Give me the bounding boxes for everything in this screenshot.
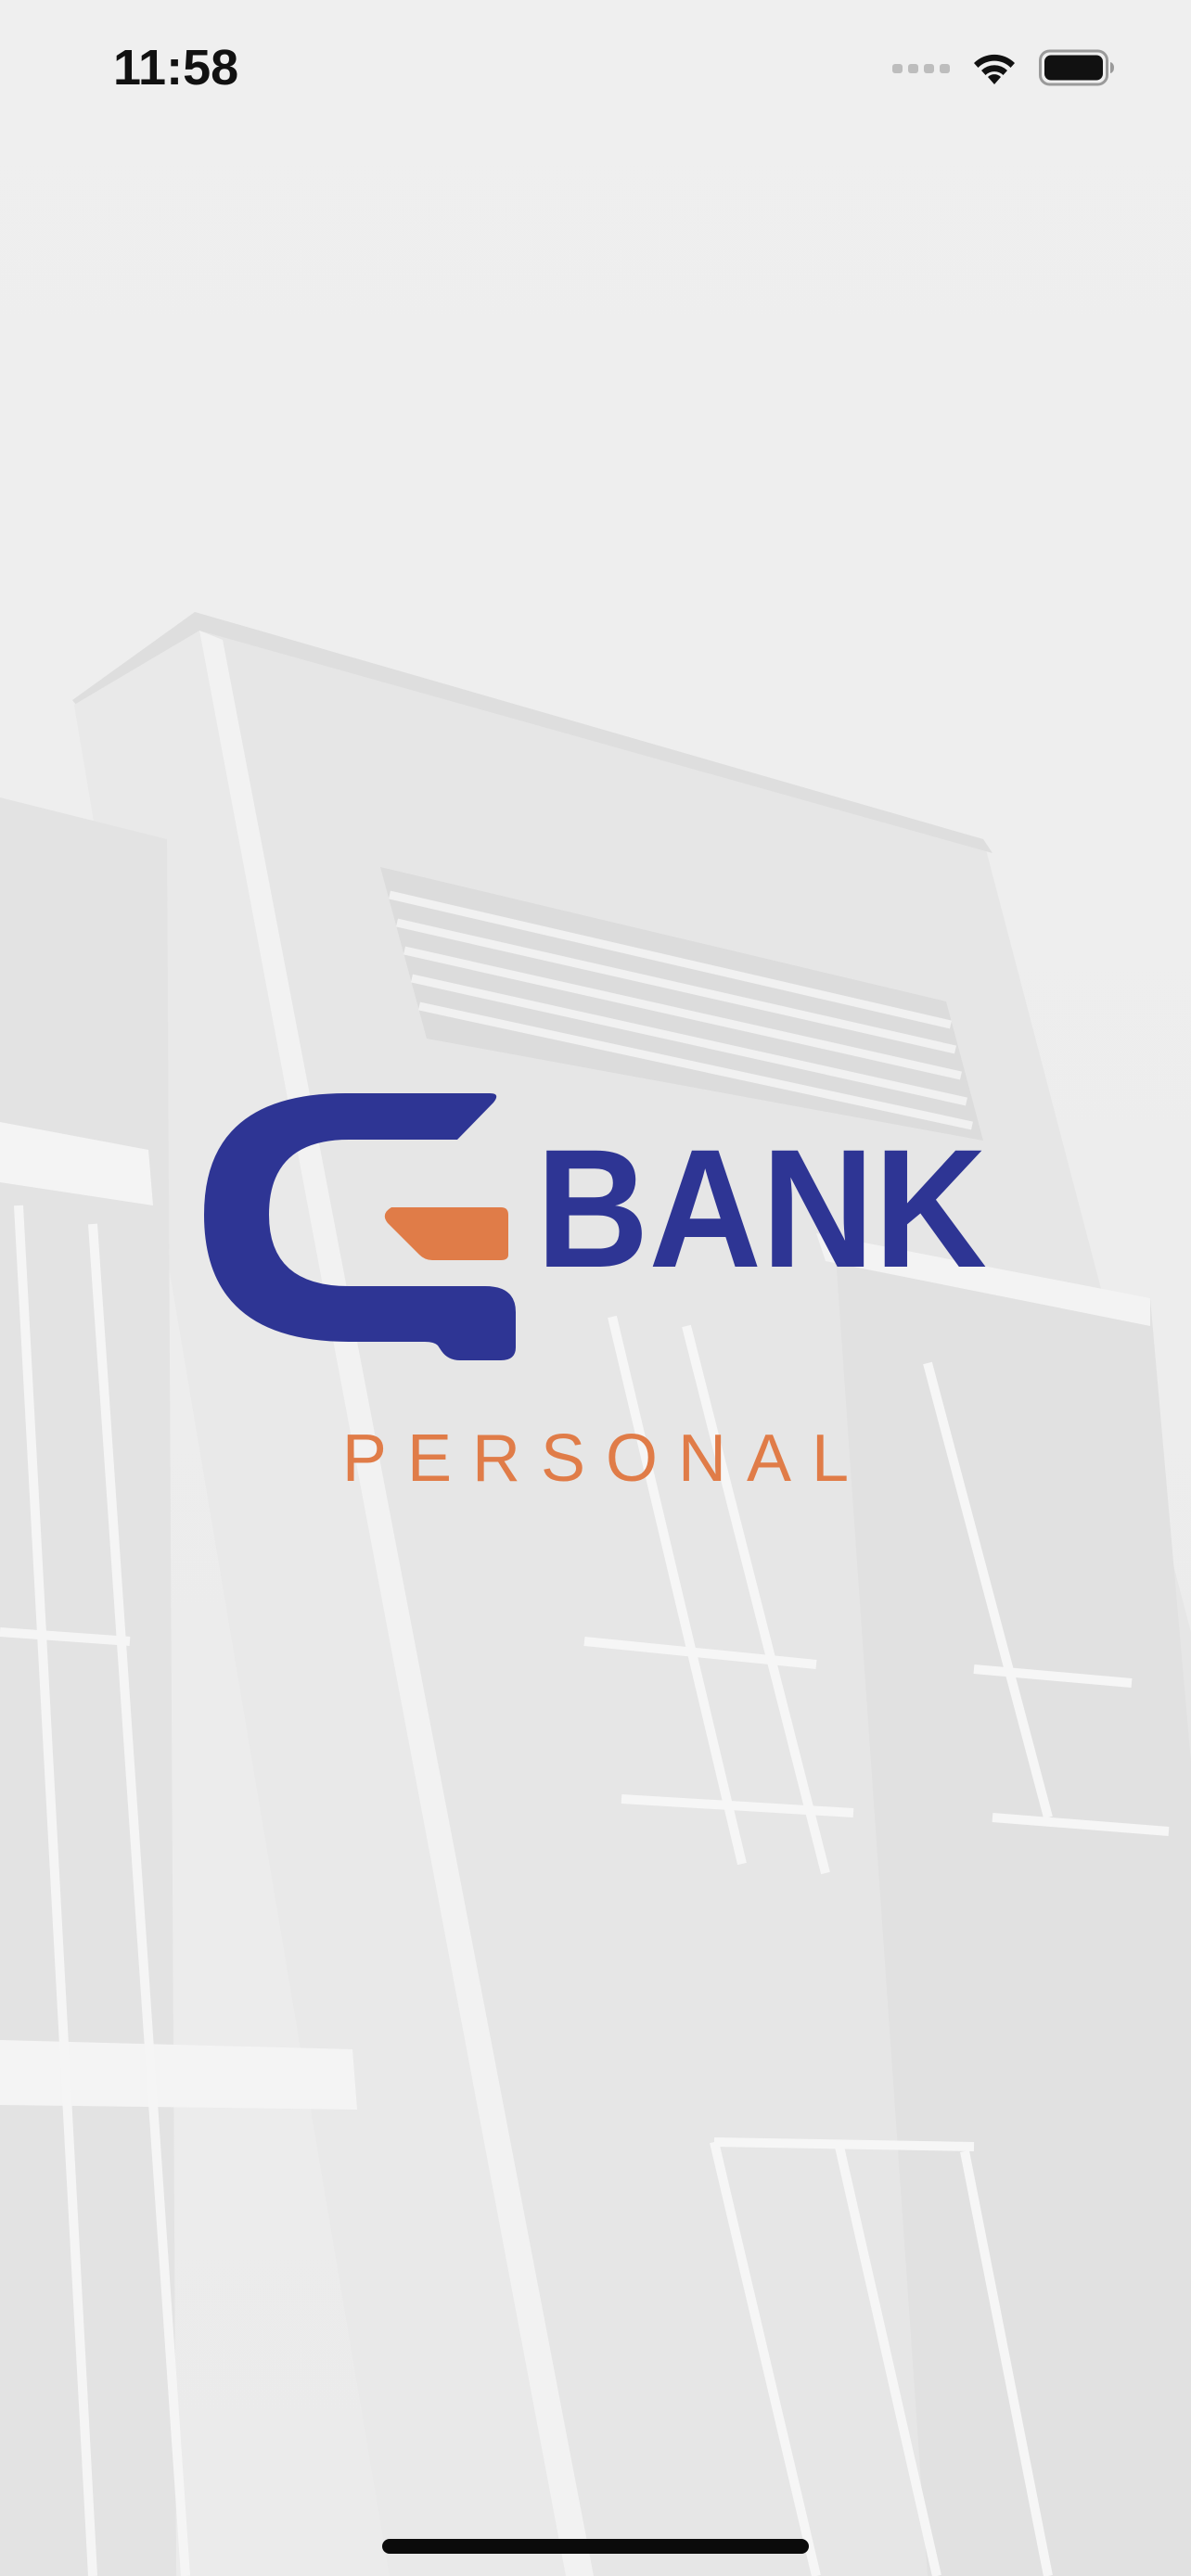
wifi-icon [974,54,1015,84]
splash-screen: 11:58 BANK PERSONAL [0,0,1191,2576]
status-time: 11:58 [113,40,239,96]
tagline: PERSONAL [341,1422,870,1496]
status-bar: 11:58 [0,0,1191,139]
brand-wordmark: BANK [536,1142,987,1272]
status-icons [892,45,1115,91]
building-background-image [0,0,1191,2576]
cellular-signal-icon [892,64,950,73]
battery-icon [1039,49,1114,86]
g-bank-logo-icon [204,1093,516,1360]
home-indicator[interactable] [382,2539,809,2554]
brand-word: BANK [536,1142,987,1272]
